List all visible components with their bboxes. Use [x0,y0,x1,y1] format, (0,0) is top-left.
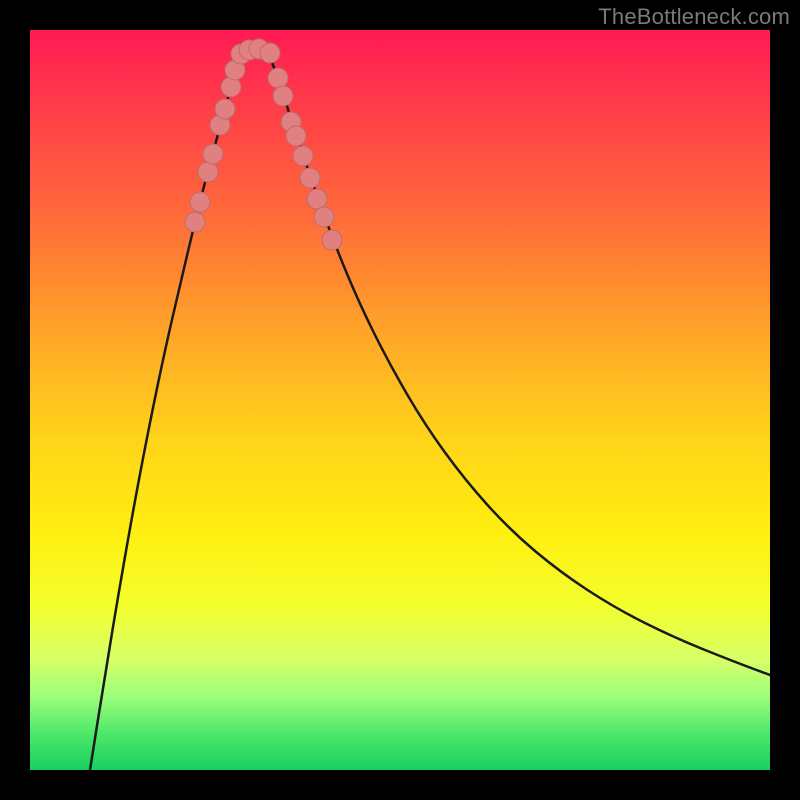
marker-valley [260,43,280,63]
marker-right [314,207,334,227]
marker-right [307,189,327,209]
marker-left [215,99,235,119]
curves-group [90,50,770,770]
marker-right [322,230,342,250]
marker-left [203,144,223,164]
watermark-text: TheBottleneck.com [598,4,790,30]
series-right-branch-curve [268,52,770,675]
marker-left [185,212,205,232]
outer-frame: TheBottleneck.com [0,0,800,800]
plot-area [30,30,770,770]
marker-right [293,146,313,166]
markers-group [185,39,342,250]
marker-right [300,168,320,188]
marker-right [286,126,306,146]
chart-svg [30,30,770,770]
marker-right [273,86,293,106]
marker-left [198,162,218,182]
marker-right [268,68,288,88]
marker-left [190,192,210,212]
